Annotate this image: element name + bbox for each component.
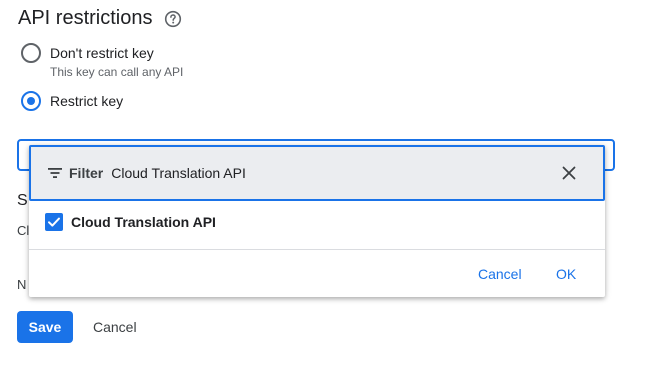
help-circle-icon[interactable]: [164, 10, 182, 28]
save-button[interactable]: Save: [17, 311, 73, 343]
option-checkbox[interactable]: [45, 213, 63, 231]
radio-dont-restrict-key[interactable]: Don't restrict key This key can call any…: [21, 43, 183, 79]
radio-text-group: Don't restrict key This key can call any…: [50, 44, 183, 79]
dropdown-ok-button[interactable]: OK: [556, 266, 576, 282]
obscured-heading: S: [17, 192, 28, 209]
radio-label-dont-restrict: Don't restrict key: [50, 45, 154, 61]
filter-input[interactable]: [111, 165, 532, 181]
radio-button-unchecked[interactable]: [21, 43, 41, 63]
radio-button-checked[interactable]: [21, 91, 41, 111]
api-dropdown-panel: Filter Cloud Translation API Cancel OK: [29, 145, 605, 297]
radio-label-restrict: Restrict key: [50, 93, 124, 109]
close-icon[interactable]: [561, 165, 577, 181]
radio-sublabel-dont-restrict: This key can call any API: [50, 65, 184, 79]
api-restrictions-page: API restrictions Don't restrict key This…: [0, 0, 657, 368]
cancel-button[interactable]: Cancel: [93, 319, 137, 335]
obscured-text-line: Cl: [17, 223, 30, 238]
obscured-note: N: [17, 277, 27, 292]
radio-text-group: Restrict key: [50, 92, 123, 110]
option-label: Cloud Translation API: [71, 214, 216, 230]
filter-label: Filter: [69, 165, 104, 181]
section-title-text: API restrictions: [18, 7, 153, 29]
check-icon: [48, 217, 60, 227]
dropdown-cancel-button[interactable]: Cancel: [478, 266, 522, 282]
option-cloud-translation-api[interactable]: Cloud Translation API: [45, 213, 216, 231]
filter-bar: Filter: [29, 145, 605, 201]
dropdown-divider: [29, 249, 605, 250]
filter-icon: [48, 168, 62, 178]
section-title: API restrictions: [18, 7, 182, 30]
radio-restrict-key[interactable]: Restrict key: [21, 91, 123, 111]
